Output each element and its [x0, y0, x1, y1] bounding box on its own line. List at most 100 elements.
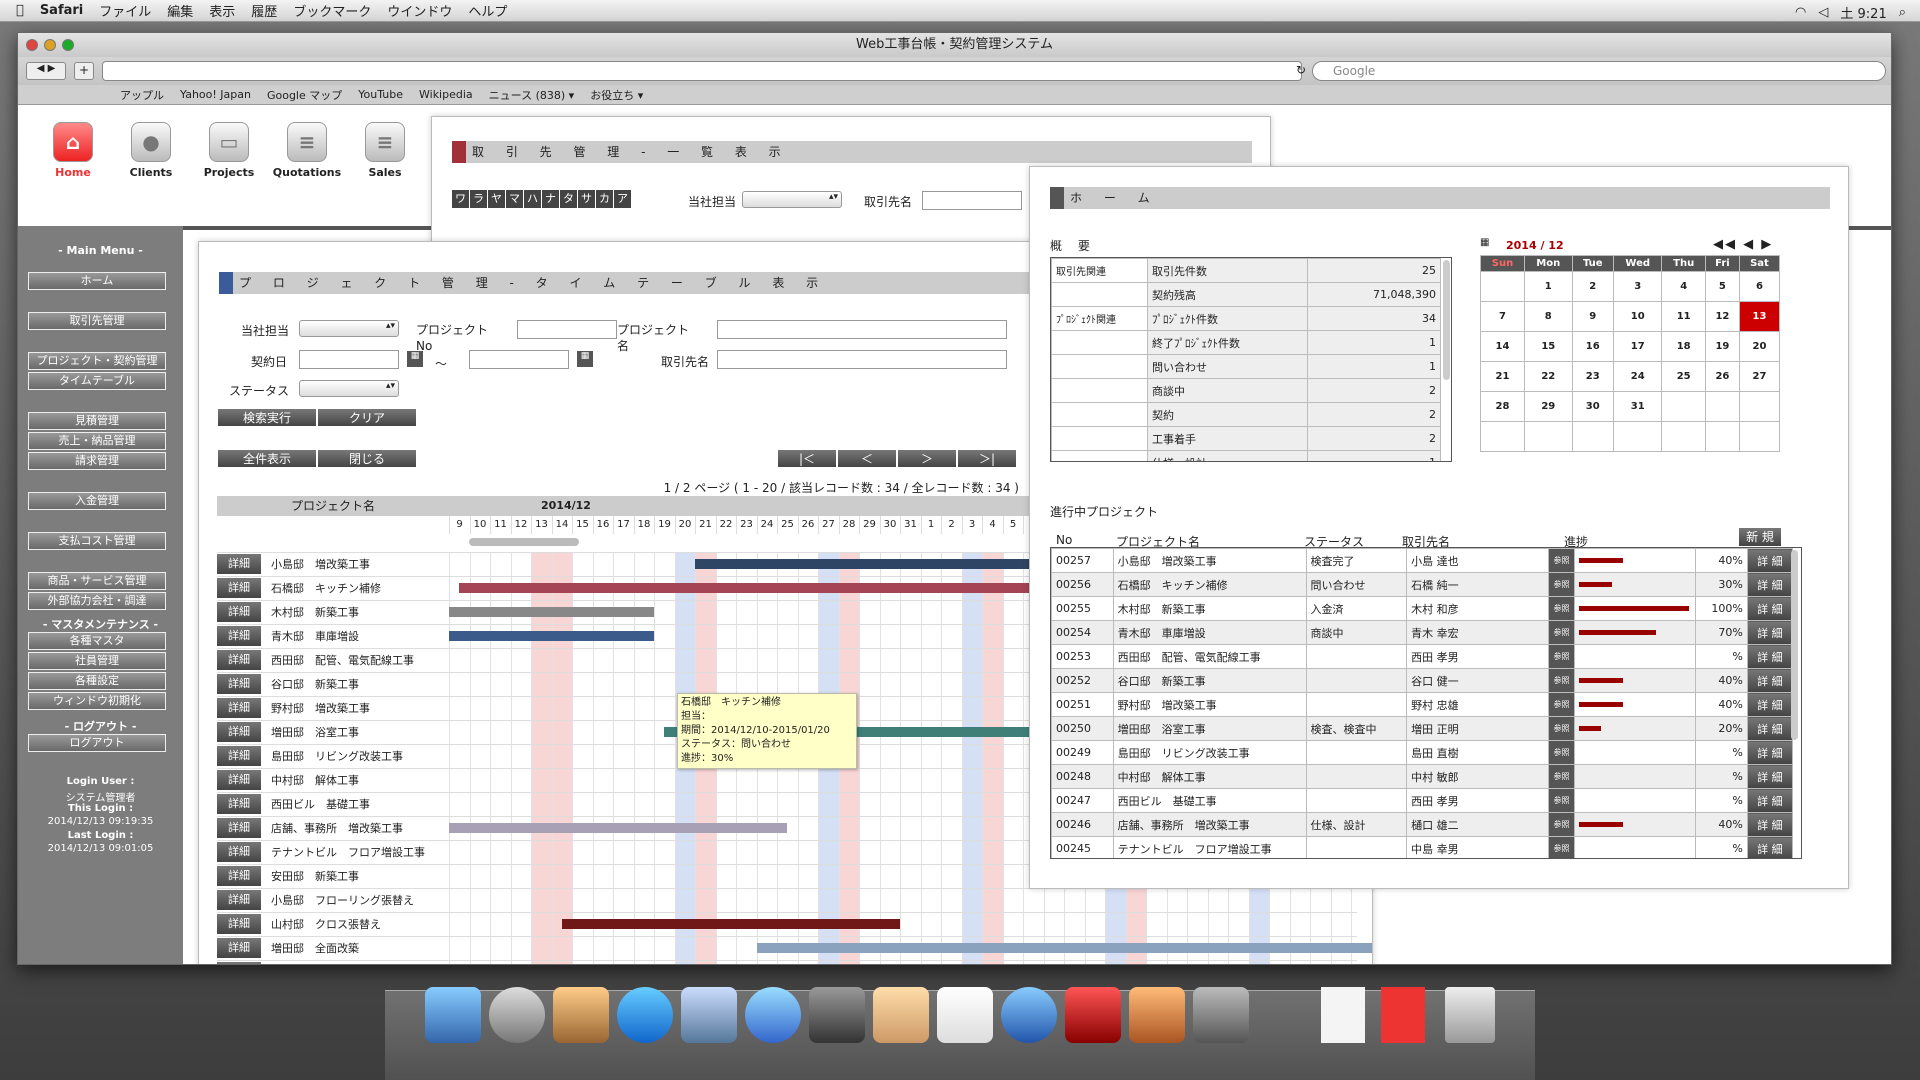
- ref-button[interactable]: 参照: [1547, 596, 1576, 621]
- trash-icon[interactable]: [1445, 987, 1495, 1043]
- nav-clients[interactable]: ● Clients: [116, 116, 186, 186]
- detail-button[interactable]: 詳細: [217, 650, 261, 670]
- kana-button[interactable]: ワ: [452, 190, 470, 208]
- itunes-icon[interactable]: [1001, 987, 1057, 1043]
- detail-button[interactable]: 詳細: [217, 626, 261, 646]
- calendar-day[interactable]: 19: [1704, 331, 1740, 362]
- prev-page-button[interactable]: ＜: [837, 449, 897, 468]
- bookmark-youtube[interactable]: YouTube: [358, 88, 403, 101]
- detail-button[interactable]: 詳 細: [1746, 548, 1794, 573]
- summary-scrollbar[interactable]: [1443, 260, 1450, 380]
- detail-button[interactable]: 詳細: [217, 578, 261, 598]
- ref-button[interactable]: 参照: [1547, 548, 1576, 573]
- launchpad-icon[interactable]: [489, 987, 545, 1043]
- calendar-day[interactable]: 31: [1612, 391, 1663, 422]
- close-button[interactable]: 閉じる: [317, 449, 417, 468]
- search-field[interactable]: Google: [1312, 61, 1886, 81]
- minimize-icon[interactable]: [44, 39, 56, 51]
- calendar-day[interactable]: [1571, 421, 1614, 452]
- sidebar-clients-button[interactable]: 取引先管理: [28, 312, 166, 330]
- bookmark-wikipedia[interactable]: Wikipedia: [419, 88, 473, 101]
- ref-button[interactable]: 参照: [1547, 668, 1576, 693]
- photos-icon[interactable]: [553, 987, 609, 1043]
- detail-button[interactable]: 詳細: [217, 746, 261, 766]
- calendar-day[interactable]: 28: [1480, 391, 1525, 422]
- new-tab-button[interactable]: +: [74, 62, 94, 80]
- detail-button[interactable]: 詳細: [217, 674, 261, 694]
- detail-button[interactable]: 詳 細: [1746, 692, 1794, 717]
- calendar-day[interactable]: 12: [1704, 301, 1740, 332]
- nav-quotations[interactable]: ≡ Quotations: [272, 116, 342, 186]
- menu-help[interactable]: ヘルプ: [468, 1, 507, 20]
- calendar-icon[interactable]: ▦: [577, 351, 593, 367]
- mail-icon[interactable]: [681, 987, 737, 1043]
- kana-button[interactable]: ナ: [542, 190, 560, 208]
- new-project-button[interactable]: 新 規: [1738, 527, 1782, 547]
- sidebar-home-button[interactable]: ホーム: [28, 272, 166, 290]
- menu-bookmarks[interactable]: ブックマーク: [293, 1, 371, 20]
- gantt-bar[interactable]: [449, 823, 788, 833]
- calendar-day[interactable]: 13: [1738, 301, 1781, 332]
- photo-booth-icon[interactable]: [1065, 987, 1121, 1043]
- ref-button[interactable]: 参照: [1547, 692, 1576, 717]
- detail-button[interactable]: 詳 細: [1746, 644, 1794, 669]
- bookmark-maps[interactable]: Google マップ: [267, 87, 342, 103]
- calendar-day[interactable]: [1612, 421, 1663, 452]
- bookmark-apple[interactable]: アップル: [120, 87, 164, 103]
- finder-icon[interactable]: [425, 987, 481, 1043]
- kana-button[interactable]: ア: [614, 190, 632, 208]
- app-store-icon[interactable]: [617, 987, 673, 1043]
- nav-projects[interactable]: ▭ Projects: [194, 116, 264, 186]
- safari-icon[interactable]: [745, 987, 801, 1043]
- ref-button[interactable]: 参照: [1547, 620, 1576, 645]
- calendar-day[interactable]: 27: [1738, 361, 1781, 392]
- detail-button[interactable]: 詳細: [217, 794, 261, 814]
- apple-icon[interactable]: : [16, 3, 24, 18]
- document-icon[interactable]: [1321, 987, 1365, 1043]
- menu-window[interactable]: ウインドウ: [387, 1, 452, 20]
- detail-button[interactable]: 詳 細: [1746, 788, 1794, 813]
- horizontal-scrollbar[interactable]: [469, 538, 579, 546]
- zoom-icon[interactable]: [62, 39, 74, 51]
- ref-button[interactable]: 参照: [1547, 788, 1576, 813]
- kana-button[interactable]: ハ: [524, 190, 542, 208]
- ref-button[interactable]: 参照: [1547, 764, 1576, 789]
- calendar-day[interactable]: 5: [1704, 271, 1740, 302]
- calendar-day[interactable]: 2: [1571, 271, 1614, 302]
- iphoto-icon[interactable]: [1129, 987, 1185, 1043]
- clock[interactable]: 土 9:21: [1840, 3, 1886, 22]
- bookmark-yahoo[interactable]: Yahoo! Japan: [180, 88, 251, 101]
- calendar-day[interactable]: 9: [1571, 301, 1614, 332]
- ref-button[interactable]: 参照: [1547, 572, 1576, 597]
- tt-status-select[interactable]: ▴▾: [299, 380, 399, 397]
- first-page-button[interactable]: |＜: [777, 449, 837, 468]
- wifi-icon[interactable]: ◠: [1795, 5, 1806, 20]
- calendar-day[interactable]: 30: [1571, 391, 1614, 422]
- detail-button[interactable]: 詳細: [217, 722, 261, 742]
- calendar-day[interactable]: [1661, 421, 1706, 452]
- calendar-day[interactable]: 17: [1612, 331, 1663, 362]
- calendar-icon[interactable]: ▦: [407, 351, 423, 367]
- sidebar-payment-button[interactable]: 入金管理: [28, 492, 166, 510]
- calendar-day[interactable]: [1480, 421, 1525, 452]
- calendar-day[interactable]: 16: [1571, 331, 1614, 362]
- detail-button[interactable]: 詳細: [217, 602, 261, 622]
- kana-button[interactable]: ヤ: [488, 190, 506, 208]
- ref-button[interactable]: 参照: [1547, 644, 1576, 669]
- menu-view[interactable]: 表示: [209, 1, 235, 20]
- tt-project-no-input[interactable]: [517, 320, 617, 339]
- kana-button[interactable]: カ: [596, 190, 614, 208]
- calendar-day[interactable]: 8: [1523, 301, 1573, 332]
- detail-button[interactable]: 詳 細: [1746, 668, 1794, 693]
- csv-file-icon[interactable]: [1381, 987, 1425, 1043]
- menu-file[interactable]: ファイル: [99, 1, 151, 20]
- detail-button[interactable]: 詳 細: [1746, 716, 1794, 741]
- bookmark-news[interactable]: ニュース (838) ▾: [489, 87, 575, 103]
- calendar-day[interactable]: 3: [1612, 271, 1663, 302]
- bookmark-useful[interactable]: お役立ち ▾: [590, 87, 643, 103]
- detail-button[interactable]: 詳細: [217, 698, 261, 718]
- kana-button[interactable]: マ: [506, 190, 524, 208]
- calendar-day[interactable]: 25: [1661, 361, 1706, 392]
- detail-button[interactable]: 詳 細: [1746, 764, 1794, 789]
- calendar-day[interactable]: [1704, 391, 1740, 422]
